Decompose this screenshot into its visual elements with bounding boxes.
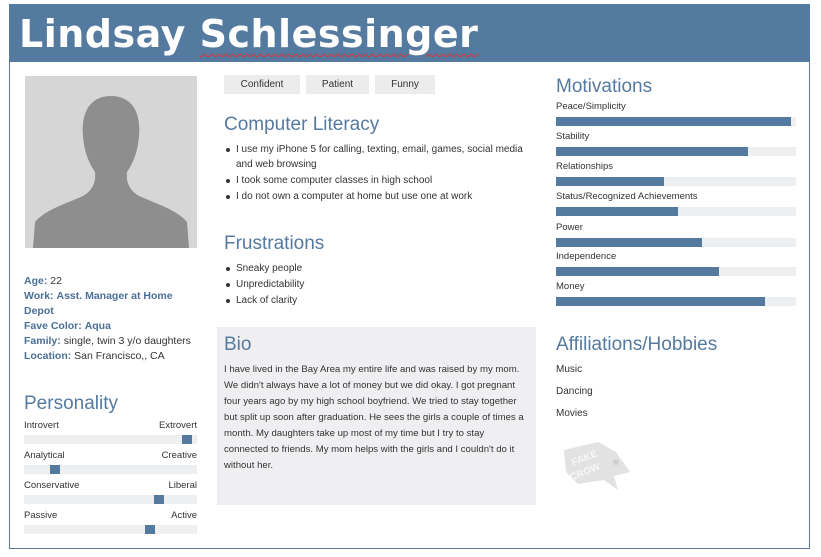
location-value: San Francisco,, CA	[74, 350, 165, 362]
slider-knob	[182, 435, 192, 444]
motivation-track	[556, 117, 796, 126]
hobby-item: Dancing	[556, 386, 593, 397]
slider-track	[24, 525, 197, 534]
family-label: Family:	[24, 335, 61, 347]
computer-literacy-title: Computer Literacy	[224, 114, 380, 135]
bio-title: Bio	[224, 334, 252, 355]
slider-track	[24, 495, 197, 504]
motivation-track	[556, 177, 796, 186]
bio-panel: Bio I have lived in the Bay Area my enti…	[217, 327, 536, 505]
motivation-item: Independence	[556, 251, 796, 281]
affiliations-title: Affiliations/Hobbies	[556, 334, 718, 355]
slider-right-label: Active	[171, 510, 197, 521]
slider-right-label: Liberal	[168, 480, 197, 491]
motivation-track	[556, 238, 796, 247]
slider-track	[24, 435, 197, 444]
list-item: Unpredictability	[224, 277, 534, 292]
hobby-item: Movies	[556, 408, 588, 419]
bio-text: I have lived in the Bay Area my entire l…	[224, 364, 524, 471]
color-value: Aqua	[84, 320, 111, 332]
trait-tag: Funny	[375, 75, 435, 94]
location-row: Location: San Francisco,, CA	[24, 349, 199, 364]
age-row: Age: 22	[24, 274, 199, 289]
personality-title: Personality	[24, 393, 118, 414]
location-label: Location:	[24, 350, 72, 362]
list-item: I do not own a computer at home but use …	[224, 189, 534, 204]
motivation-track	[556, 267, 796, 276]
color-row: Fave Color: Aqua	[24, 319, 199, 334]
work-label: Work:	[24, 290, 54, 302]
slider-left-label: Passive	[24, 510, 58, 521]
motivation-track	[556, 297, 796, 306]
list-item: I use my iPhone 5 for calling, texting, …	[224, 142, 534, 172]
motivation-item: Power	[556, 222, 796, 252]
motivation-label: Peace/Simplicity	[556, 101, 626, 112]
personality-slider: Passive Active	[24, 510, 197, 540]
fake-crow-logo: FAKE CROW	[558, 438, 634, 494]
personality-slider: Conservative Liberal	[24, 480, 197, 510]
age-label: Age:	[24, 275, 48, 287]
first-name: Lindsay	[19, 12, 186, 56]
trait-tag: Confident	[224, 75, 300, 94]
last-name: Schlessinger	[199, 12, 479, 56]
motivation-bar	[556, 147, 748, 156]
slider-left-label: Introvert	[24, 420, 59, 431]
motivation-label: Power	[556, 222, 583, 233]
family-row: Family: single, twin 3 y/o daughters	[24, 334, 199, 349]
list-item: Lack of clarity	[224, 293, 534, 308]
motivation-bar	[556, 238, 703, 247]
motivation-label: Independence	[556, 251, 617, 262]
motivation-item: Relationships	[556, 161, 796, 191]
motivations-title: Motivations	[556, 76, 653, 97]
demographics: Age: 22 Work: Asst. Manager at Home Depo…	[24, 274, 199, 364]
slider-knob	[154, 495, 164, 504]
list-item: Sneaky people	[224, 261, 534, 276]
computer-literacy-list: I use my iPhone 5 for calling, texting, …	[224, 142, 534, 205]
header-bar: Lindsay Schlessinger	[9, 4, 810, 62]
personality-slider: Introvert Extrovert	[24, 420, 197, 450]
motivation-bar	[556, 177, 664, 186]
family-value: single, twin 3 y/o daughters	[63, 335, 191, 347]
motivation-label: Relationships	[556, 161, 614, 172]
personality-slider: Analytical Creative	[24, 450, 197, 480]
persona-name: Lindsay Schlessinger	[19, 12, 478, 56]
motivation-item: Money	[556, 281, 796, 311]
motivation-bar	[556, 117, 792, 126]
slider-left-label: Analytical	[24, 450, 65, 461]
motivation-item: Status/Recognized Achievements	[556, 191, 796, 221]
person-silhouette-icon	[33, 96, 189, 248]
frustrations-title: Frustrations	[224, 233, 325, 254]
avatar	[25, 76, 197, 248]
slider-track	[24, 465, 197, 474]
hobby-item: Music	[556, 364, 583, 375]
slider-right-label: Creative	[161, 450, 197, 461]
motivation-bar	[556, 297, 765, 306]
slider-left-label: Conservative	[24, 480, 80, 491]
frustrations-list: Sneaky people Unpredictability Lack of c…	[224, 261, 534, 309]
crow-logo-icon: FAKE CROW	[564, 442, 630, 490]
motivation-bar	[556, 207, 679, 216]
motivation-bar	[556, 267, 720, 276]
motivation-item: Stability	[556, 131, 796, 161]
motivation-track	[556, 207, 796, 216]
work-row: Work: Asst. Manager at Home Depot	[24, 289, 199, 319]
motivation-track	[556, 147, 796, 156]
motivation-label: Money	[556, 281, 585, 292]
trait-tag: Patient	[306, 75, 369, 94]
slider-knob	[145, 525, 155, 534]
age-value: 22	[50, 275, 62, 287]
slider-knob	[50, 465, 60, 474]
list-item: I took some computer classes in high sch…	[224, 173, 534, 188]
slider-right-label: Extrovert	[158, 420, 197, 431]
motivation-label: Status/Recognized Achievements	[556, 191, 698, 202]
motivation-item: Peace/Simplicity	[556, 101, 796, 131]
color-label: Fave Color:	[24, 320, 82, 332]
motivation-label: Stability	[556, 131, 590, 142]
